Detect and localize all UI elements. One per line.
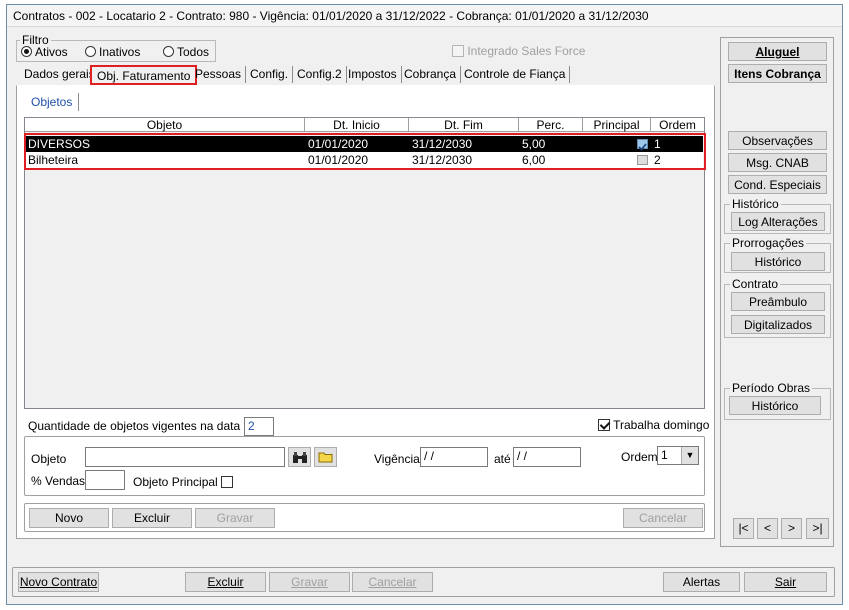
- nav-next-button[interactable]: >: [781, 518, 802, 539]
- nav-last-button[interactable]: >|: [806, 518, 829, 539]
- gravar-object-button[interactable]: Gravar: [195, 508, 275, 528]
- nav-prev-button[interactable]: <: [757, 518, 778, 539]
- tab-cobranca[interactable]: Cobrança: [400, 66, 462, 83]
- cancelar-object-button[interactable]: Cancelar: [623, 508, 703, 528]
- ordem-label: Ordem: [621, 450, 658, 464]
- search-binoculars-button[interactable]: [288, 447, 311, 467]
- digitalizados-button[interactable]: Digitalizados: [731, 315, 825, 334]
- objeto-principal-label: Objeto Principal: [133, 475, 218, 489]
- objeto-principal[interactable]: Objeto Principal: [133, 475, 234, 489]
- cond-especiais-button[interactable]: Cond. Especiais: [728, 175, 827, 194]
- trabalha-domingo-checkbox[interactable]: [598, 419, 610, 431]
- novo-contrato-label: Novo Contrato: [19, 575, 98, 589]
- prorrogacoes-group-label: Prorrogações: [730, 236, 807, 250]
- integrado-sales-force: Integrado Sales Force: [452, 44, 585, 58]
- vendas-label: % Vendas: [31, 474, 86, 488]
- col-principal[interactable]: Principal: [583, 118, 651, 132]
- trabalha-domingo[interactable]: Trabalha domingo: [598, 418, 709, 432]
- cancelar-contrato-label: Cancelar: [368, 575, 417, 589]
- vigencia-end-input[interactable]: / /: [513, 447, 581, 467]
- open-folder-button[interactable]: [314, 447, 337, 467]
- folder-icon: [318, 452, 332, 463]
- chevron-down-icon[interactable]: ▼: [681, 447, 698, 464]
- prorrogacoes-historico-button[interactable]: Histórico: [731, 252, 825, 271]
- binoculars-icon: [292, 452, 307, 463]
- col-dt-inicio[interactable]: Dt. Inicio: [305, 118, 409, 132]
- msg-cnab-button[interactable]: Msg. CNAB: [728, 153, 827, 172]
- integrado-label: Integrado Sales Force: [467, 44, 586, 58]
- subtab-objetos[interactable]: Objetos: [25, 93, 80, 111]
- rows-highlight: [24, 133, 706, 170]
- periodo-obras-group-label: Período Obras: [730, 381, 813, 395]
- novo-button[interactable]: Novo: [29, 508, 109, 528]
- qty-field[interactable]: 2: [244, 417, 274, 436]
- tab-impostos[interactable]: Impostos: [344, 66, 402, 83]
- cancelar-contrato-button[interactable]: Cancelar: [352, 572, 433, 592]
- col-perc[interactable]: Perc.: [519, 118, 583, 132]
- gravar-contrato-label: Gravar: [291, 575, 328, 589]
- col-dt-fim[interactable]: Dt. Fim: [409, 118, 519, 132]
- excluir-object-button[interactable]: Excluir: [112, 508, 192, 528]
- periodo-obras-historico-button[interactable]: Histórico: [729, 396, 821, 415]
- trabalha-domingo-label: Trabalha domingo: [613, 418, 710, 432]
- radio-inativos-label: Inativos: [99, 45, 141, 59]
- aluguel-button[interactable]: Aluguel: [728, 42, 827, 61]
- sair-button[interactable]: Sair: [744, 572, 827, 592]
- log-alteracoes-button[interactable]: Log Alterações: [731, 212, 825, 231]
- ate-label: até: [494, 452, 511, 466]
- vigencia-start-input[interactable]: / /: [420, 447, 488, 467]
- observacoes-button[interactable]: Observações: [728, 131, 827, 150]
- aluguel-label: Aluguel: [755, 45, 800, 59]
- alertas-button[interactable]: Alertas: [663, 572, 740, 592]
- integrado-checkbox: [452, 45, 464, 57]
- vendas-input[interactable]: [85, 470, 125, 490]
- col-ordem[interactable]: Ordem: [651, 118, 704, 132]
- sair-label: Sair: [774, 575, 797, 589]
- tab-pessoas[interactable]: Pessoas: [191, 66, 247, 83]
- nav-first-button[interactable]: |<: [733, 518, 754, 539]
- gravar-contrato-button[interactable]: Gravar: [269, 572, 350, 592]
- radio-ativos[interactable]: Ativos: [21, 45, 68, 59]
- contrato-group-label: Contrato: [730, 277, 781, 291]
- col-objeto[interactable]: Objeto: [25, 118, 305, 132]
- excluir-contrato-button[interactable]: Excluir: [185, 572, 266, 592]
- itens-cobranca-button[interactable]: Itens Cobrança: [728, 64, 827, 83]
- ordem-value: 1: [661, 448, 668, 462]
- radio-todos[interactable]: Todos: [163, 45, 209, 59]
- objeto-input[interactable]: [85, 447, 285, 467]
- tab-controle-fianca[interactable]: Controle de Fiança: [460, 66, 571, 83]
- radio-todos-label: Todos: [177, 45, 210, 59]
- tab-config[interactable]: Config.: [246, 66, 294, 83]
- historico-group-label: Histórico: [730, 197, 781, 211]
- grid-header: Objeto Dt. Inicio Dt. Fim Perc. Principa…: [25, 118, 704, 132]
- window-title: Contratos - 002 - Locatario 2 - Contrato…: [7, 5, 842, 27]
- tab-dados-gerais[interactable]: Dados gerais: [20, 66, 100, 83]
- objeto-label: Objeto: [31, 452, 67, 466]
- tab-config2[interactable]: Config.2: [293, 66, 347, 83]
- preambulo-button[interactable]: Preâmbulo: [731, 292, 825, 311]
- radio-ativos-label: Ativos: [35, 45, 68, 59]
- tab-obj-faturamento[interactable]: Obj. Faturamento: [90, 65, 198, 85]
- vigencia-label: Vigência: [374, 452, 420, 466]
- radio-todos-icon: [163, 46, 174, 57]
- radio-inativos[interactable]: Inativos: [85, 45, 140, 59]
- ordem-select[interactable]: 1 ▼: [657, 446, 699, 465]
- radio-ativos-icon: [21, 46, 32, 57]
- excluir-contrato-label: Excluir: [207, 575, 244, 589]
- objeto-principal-checkbox[interactable]: [221, 476, 234, 488]
- qty-label: Quantidade de objetos vigentes na data a…: [28, 419, 270, 433]
- radio-inativos-icon: [85, 46, 96, 57]
- novo-contrato-button[interactable]: Novo Contrato: [18, 572, 99, 592]
